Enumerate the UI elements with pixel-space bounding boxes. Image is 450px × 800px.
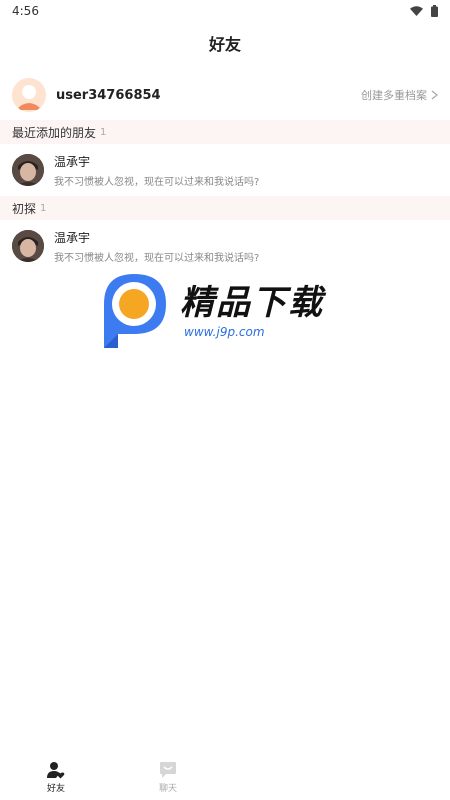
friends-icon (47, 761, 65, 778)
profile-row[interactable]: user34766854 创建多重档案 (0, 70, 450, 120)
section-header-explore: 初探 1 (0, 196, 450, 220)
profile-username: user34766854 (56, 87, 161, 103)
list-item[interactable]: 温承宇 我不习惯被人忽视，现在可以过来和我说话吗? (0, 144, 450, 196)
watermark-url: www.j9p.com (184, 325, 265, 339)
watermark-title: 精品下载 (180, 283, 324, 323)
tab-chat[interactable]: 聊天 (112, 754, 224, 800)
tab-friends[interactable]: 好友 (0, 754, 112, 800)
section-count: 1 (100, 126, 107, 138)
avatar[interactable] (12, 154, 44, 186)
section-title: 初探 (12, 201, 37, 216)
tab-label: 聊天 (158, 783, 177, 794)
wifi-icon (410, 6, 423, 16)
create-profile-label: 创建多重档案 (361, 89, 427, 102)
contact-name: 温承宇 (54, 230, 91, 245)
page-title: 好友 (208, 35, 241, 54)
chevron-right-icon (431, 90, 438, 100)
status-bar: 4:56 (0, 0, 450, 22)
list-item[interactable]: 温承宇 我不习惯被人忽视，现在可以过来和我说话吗? (0, 220, 450, 272)
section-title: 最近添加的朋友 (12, 125, 97, 140)
section-count: 1 (40, 202, 47, 214)
watermark: 精品下载 www.j9p.com (96, 268, 356, 354)
battery-icon (431, 5, 438, 17)
contact-message: 我不习惯被人忽视，现在可以过来和我说话吗? (54, 252, 260, 264)
create-profile-link[interactable]: 创建多重档案 (361, 87, 438, 103)
section-header-recent: 最近添加的朋友 1 (0, 120, 450, 144)
status-time: 4:56 (12, 4, 39, 18)
j9p-logo-icon (104, 274, 166, 348)
avatar[interactable] (12, 78, 46, 112)
chat-icon (160, 761, 176, 778)
tab-label: 好友 (46, 783, 65, 794)
avatar[interactable] (12, 230, 44, 262)
contact-name: 温承宇 (54, 154, 91, 169)
bottom-tab-bar: 好友 聊天 (0, 754, 450, 800)
contact-message: 我不习惯被人忽视，现在可以过来和我说话吗? (54, 176, 260, 188)
